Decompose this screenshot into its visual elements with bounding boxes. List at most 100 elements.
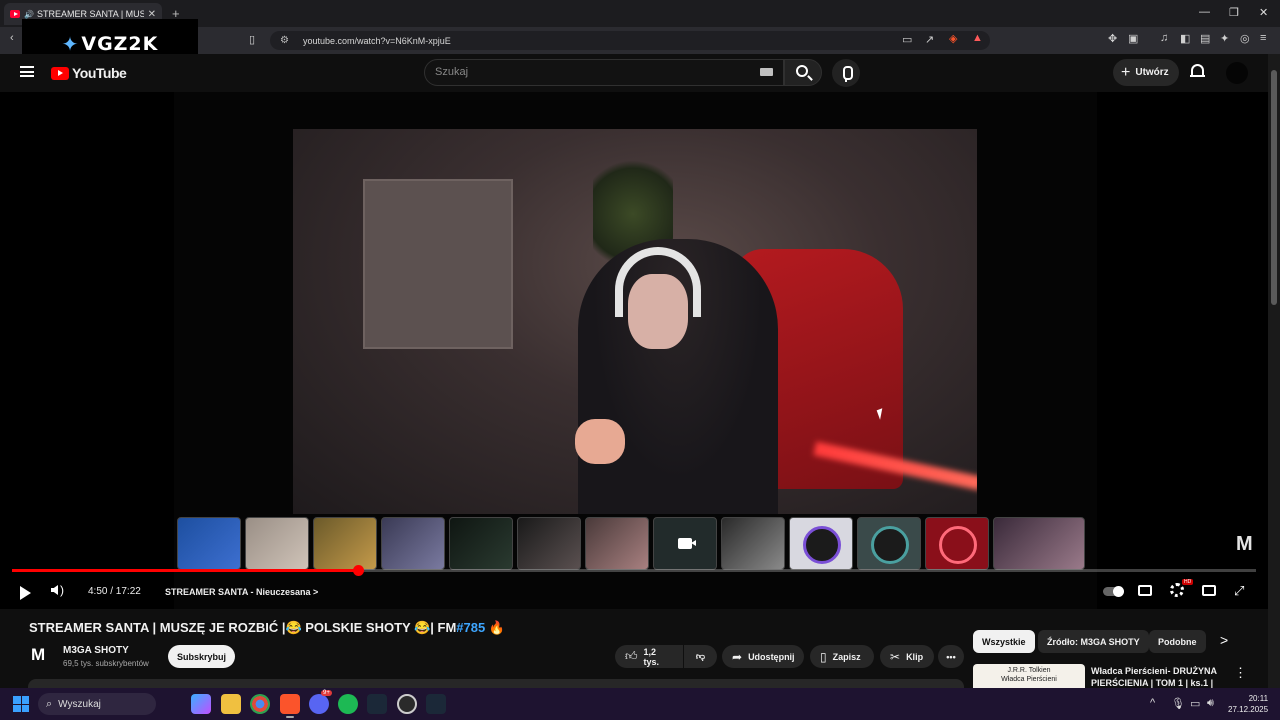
back-icon[interactable]: ‹ xyxy=(10,32,14,44)
video-player[interactable]: M ) 4:50 / 17:22 STREAMER SANTA - Nieucz… xyxy=(0,92,1268,609)
streamer-thumb-group[interactable] xyxy=(993,517,1085,570)
play-button[interactable] xyxy=(20,586,31,600)
brave-shields-icon[interactable]: ◈ xyxy=(949,32,957,45)
guide-menu-icon[interactable] xyxy=(20,66,34,77)
youtube-logo-text: YouTube xyxy=(72,65,127,81)
brave-rewards-icon[interactable]: ▲ xyxy=(972,32,983,44)
voice-search-button[interactable] xyxy=(832,59,860,87)
streamer-thumb-3[interactable] xyxy=(313,517,377,570)
streamer-thumb-4[interactable] xyxy=(381,517,445,570)
page-scrollbar[interactable] xyxy=(1268,54,1280,688)
file-explorer-icon[interactable] xyxy=(221,694,241,714)
youtube-header: YouTube Szukaj + Utwórz xyxy=(0,54,1268,92)
progress-bar[interactable] xyxy=(12,565,1256,576)
obs-icon[interactable] xyxy=(397,694,417,714)
settings-gear-icon[interactable]: HD xyxy=(1170,579,1194,597)
network-icon[interactable]: ▭ xyxy=(1190,697,1200,710)
save-button[interactable]: ▯ Zapisz xyxy=(810,645,874,668)
streamer-thumb-5[interactable] xyxy=(449,517,513,570)
streamer-thumb-2[interactable] xyxy=(245,517,309,570)
chip-all[interactable]: Wszystkie xyxy=(973,630,1035,653)
streamer-thumb-7[interactable] xyxy=(585,517,649,570)
like-count: 1,2 tys. xyxy=(643,646,660,667)
subtitles-icon[interactable] xyxy=(1138,585,1152,596)
streamer-thumb-camera[interactable] xyxy=(653,517,717,570)
minimize-button[interactable]: — xyxy=(1199,6,1210,18)
autoplay-toggle[interactable] xyxy=(1103,586,1124,597)
vpn-icon[interactable]: ◎ xyxy=(1240,32,1250,45)
menu-icon[interactable]: ≡ xyxy=(1260,32,1266,44)
extensions-icon[interactable]: ✥ xyxy=(1108,32,1117,45)
microphone-tray-icon[interactable]: 🎙︎ xyxy=(1171,697,1185,710)
taskbar-search[interactable]: ⌕ Wyszukaj xyxy=(38,693,156,715)
recommendation-menu-icon[interactable]: ⋮ xyxy=(1234,665,1247,681)
theater-mode-icon[interactable] xyxy=(1202,585,1216,596)
sidebar-icon[interactable]: ◧ xyxy=(1180,32,1190,45)
video-frame[interactable] xyxy=(293,129,977,514)
channel-watermark[interactable]: M xyxy=(1236,533,1253,556)
tab-search-icon[interactable]: ▣ xyxy=(1128,32,1138,45)
steam-icon[interactable] xyxy=(367,694,387,714)
avatar-ring xyxy=(871,526,909,564)
hashtag-link[interactable]: #785 xyxy=(456,620,485,635)
youtube-play-icon xyxy=(51,66,69,80)
address-bar[interactable]: ⚙ youtube.com/watch?v=N6KnM-xpjuE xyxy=(270,31,990,50)
scrubber-handle[interactable] xyxy=(352,565,364,576)
windows-start-icon[interactable] xyxy=(13,696,29,712)
avatar[interactable] xyxy=(1226,62,1248,84)
chip-similar[interactable]: Podobne xyxy=(1149,630,1206,653)
chrome-icon[interactable] xyxy=(250,694,270,714)
restore-button[interactable]: ❐ xyxy=(1229,6,1239,19)
volume-tray-icon[interactable]: 🔊︎ xyxy=(1207,697,1214,710)
streamer-thumb-12[interactable] xyxy=(925,517,989,570)
streamer-thumb-11[interactable] xyxy=(857,517,921,570)
streamer-thumb-9[interactable] xyxy=(721,517,785,570)
search-input[interactable]: Szukaj xyxy=(424,59,784,86)
bookmark-icon[interactable]: ▯ xyxy=(249,33,255,46)
thumbs-up-icon: 👍︎ xyxy=(625,649,638,663)
hd-badge: HD xyxy=(1182,579,1194,585)
clock-date: 27.12.2025 xyxy=(1228,705,1269,714)
chip-source[interactable]: Źródło: M3GA SHOTY xyxy=(1038,630,1149,653)
recommendation-title[interactable]: Władca Pierścieni- DRUŻYNA PIERŚCIENIA |… xyxy=(1091,665,1219,688)
streamer-thumb-1[interactable] xyxy=(177,517,241,570)
streamer-thumb-6[interactable] xyxy=(517,517,581,570)
steam-2-icon[interactable] xyxy=(426,694,446,714)
volume-icon[interactable] xyxy=(51,585,58,595)
more-actions-button[interactable]: ••• xyxy=(938,645,964,668)
media-icon[interactable]: ♫ xyxy=(1160,32,1168,44)
notifications-bell-icon[interactable] xyxy=(1190,64,1205,77)
create-button[interactable]: + Utwórz xyxy=(1113,59,1179,86)
share-button[interactable]: ➦ Udostępnij xyxy=(722,645,804,668)
channel-avatar[interactable]: M xyxy=(31,645,53,667)
copilot-icon[interactable] xyxy=(191,694,211,714)
leo-ai-icon[interactable]: ✦ xyxy=(1220,32,1229,45)
subscribe-button[interactable]: Subskrybuj xyxy=(168,645,235,668)
audio-playing-icon[interactable]: 🔊 xyxy=(24,10,34,19)
scrollbar-thumb[interactable] xyxy=(1271,70,1277,305)
system-clock[interactable]: 20:11 27.12.2025 xyxy=(1228,693,1268,715)
channel-name[interactable]: M3GA SHOTY xyxy=(63,645,129,656)
clip-button[interactable]: ✂ Klip xyxy=(880,645,934,668)
close-window-button[interactable]: ✕ xyxy=(1259,6,1268,19)
dislike-button[interactable]: 👎︎ xyxy=(684,645,717,668)
chips-next-icon[interactable]: > xyxy=(1220,632,1228,648)
youtube-logo[interactable]: YouTube xyxy=(51,65,127,81)
tray-expand-icon[interactable]: ^ xyxy=(1150,697,1155,709)
volume-waves-icon: ) xyxy=(60,583,64,597)
site-info-icon[interactable]: ⚙ xyxy=(280,35,289,46)
share-page-icon[interactable]: ↗ xyxy=(925,33,934,46)
brave-browser-icon[interactable] xyxy=(280,694,300,718)
wallet-icon[interactable]: ▤ xyxy=(1200,32,1210,45)
streamer-thumb-10[interactable] xyxy=(789,517,853,570)
search-button[interactable] xyxy=(784,59,822,86)
chapter-title[interactable]: STREAMER SANTA - Nieuczesana > xyxy=(165,587,318,597)
recommendation-thumbnail[interactable]: J.R.R. Tolkien Władca Pierścieni xyxy=(973,664,1085,688)
cast-icon[interactable]: ▭ xyxy=(902,33,912,46)
like-button[interactable]: 👍︎ 1,2 tys. xyxy=(615,645,683,668)
keyboard-icon[interactable] xyxy=(760,68,773,76)
spotify-icon[interactable] xyxy=(338,694,358,714)
discord-icon[interactable]: 9+ xyxy=(309,690,332,714)
tab-close-icon[interactable]: ✕ xyxy=(148,9,156,20)
fullscreen-icon[interactable]: ⤢ xyxy=(1234,583,1244,599)
